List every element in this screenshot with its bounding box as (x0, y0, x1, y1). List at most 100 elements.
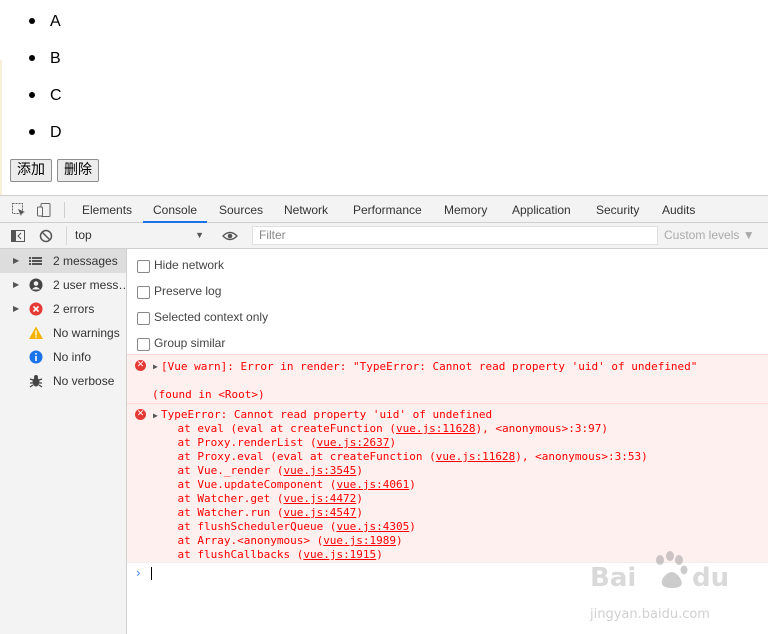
svg-text:jingyan.baidu.com: jingyan.baidu.com (589, 607, 710, 622)
stack-frame: at eval (eval at createFunction (vue.js:… (151, 422, 608, 436)
tab-application[interactable]: Application (512, 196, 571, 222)
sidebar-item-label: No verbose (53, 374, 115, 388)
page-content: A B C D 添加 删除 (0, 0, 768, 195)
stack-frame: at Proxy.eval (eval at createFunction (v… (151, 450, 648, 464)
sidebar-item-warnings[interactable]: No warnings (0, 321, 126, 345)
eye-icon[interactable] (222, 228, 238, 244)
delete-button[interactable]: 删除 (57, 159, 99, 182)
expand-arrow-icon: ▶ (13, 280, 20, 289)
stack-frame-text: at Vue.updateComponent ( (151, 478, 337, 491)
clear-console-icon[interactable] (38, 228, 54, 244)
stack-frame: at Watcher.run (vue.js:4547) (151, 506, 363, 520)
bullet-icon (29, 54, 35, 61)
checkbox-label: Preserve log (154, 284, 222, 298)
sidebar-item-label: 2 user mess… (53, 278, 131, 292)
tab-security[interactable]: Security (596, 196, 639, 222)
list-item: C (29, 86, 62, 106)
source-link[interactable]: vue.js:4061 (336, 478, 409, 491)
expand-arrow-icon[interactable]: ▶ (153, 362, 158, 371)
source-link[interactable]: vue.js:4472 (283, 492, 356, 505)
sidebar-item-messages[interactable]: ▶ 2 messages (0, 249, 126, 273)
checkbox-box[interactable] (137, 312, 150, 325)
message-text: [Vue warn]: Error in render: "TypeError:… (161, 360, 698, 373)
baidu-jingyan-watermark: Bai du jingyan.baidu.com (588, 548, 758, 628)
add-button[interactable]: 添加 (10, 159, 52, 182)
checkbox-box[interactable] (137, 260, 150, 273)
error-icon: ✕ (135, 360, 146, 371)
sidebar-item-label: 2 errors (53, 302, 95, 316)
context-selector-value: top (75, 228, 92, 242)
source-link[interactable]: vue.js:11628 (396, 422, 475, 435)
sidebar-item-label: No warnings (53, 326, 120, 340)
list-item-label: C (50, 87, 62, 104)
stack-frame-text: at eval (eval at createFunction ( (151, 422, 397, 435)
custom-levels-dropdown[interactable]: Custom levels ▼ (664, 226, 755, 245)
stack-frame-text: ) (356, 464, 363, 477)
console-settings: Hide network Preserve log Selected conte… (127, 249, 768, 355)
list-icon (28, 253, 44, 269)
list-item: B (29, 49, 61, 69)
stack-frame: at Vue._render (vue.js:3545) (151, 464, 363, 478)
tab-console[interactable]: Console (143, 196, 208, 223)
tab-memory[interactable]: Memory (444, 196, 487, 222)
stack-frame: at flushCallbacks (vue.js:1915) (151, 548, 382, 562)
svg-text:Bai: Bai (590, 563, 636, 593)
tab-performance[interactable]: Performance (353, 196, 422, 222)
sidebar-item-label: No info (53, 350, 92, 364)
tab-audits[interactable]: Audits (662, 196, 695, 222)
device-toolbar-icon[interactable] (36, 202, 52, 218)
sidebar-item-verbose[interactable]: No verbose (0, 369, 126, 393)
source-link[interactable]: vue.js:1989 (323, 534, 396, 547)
source-link[interactable]: vue.js:4305 (336, 520, 409, 533)
list-item: D (29, 123, 62, 143)
stack-frame-text: ) (356, 506, 363, 519)
sidebar-toggle-icon[interactable] (10, 228, 26, 244)
error-icon (28, 301, 44, 317)
context-selector[interactable]: top ▼ (66, 226, 208, 245)
source-link[interactable]: vue.js:11628 (436, 450, 515, 463)
sidebar-item-label: 2 messages (53, 254, 118, 268)
stack-frame-text: ), <anonymous>:3:97) (475, 422, 608, 435)
stack-frame: at flushSchedulerQueue (vue.js:4305) (151, 520, 415, 534)
left-edge-strip (0, 60, 2, 195)
source-link[interactable]: vue.js:1915 (303, 548, 376, 561)
console-toolbar: top ▼ Filter Custom levels ▼ (0, 223, 768, 249)
baidu-watermark-logo: Bai du jingyan.baidu.com (589, 551, 729, 622)
expand-arrow-icon[interactable]: ▶ (153, 411, 158, 420)
info-icon (28, 349, 44, 365)
tab-sources[interactable]: Sources (219, 196, 263, 222)
source-link[interactable]: vue.js:4547 (283, 506, 356, 519)
checkbox-box[interactable] (137, 286, 150, 299)
stack-frame-text: ), <anonymous>:3:53) (515, 450, 648, 463)
stack-frame-text: at flushSchedulerQueue ( (151, 520, 337, 533)
tab-network[interactable]: Network (284, 196, 328, 222)
sidebar-item-user-messages[interactable]: ▶ 2 user mess… (0, 273, 130, 297)
console-sidebar: ▶ 2 messages ▶ 2 user mess… ▶ 2 errors N… (0, 249, 130, 634)
tab-console-label: Console (153, 203, 198, 217)
list-item-label: A (50, 13, 61, 30)
stack-frame-text: ) (356, 492, 363, 505)
source-link[interactable]: vue.js:3545 (283, 464, 356, 477)
prompt-chevron-icon: › (136, 566, 141, 580)
inspect-element-icon[interactable] (11, 202, 27, 218)
sidebar-item-errors[interactable]: ▶ 2 errors (0, 297, 126, 321)
warning-icon (28, 325, 44, 341)
stack-frame-text: at Vue._render ( (151, 464, 284, 477)
stack-frame-text: ) (396, 534, 403, 547)
stack-frame-text: at Watcher.run ( (151, 506, 284, 519)
tab-elements[interactable]: Elements (82, 196, 132, 222)
source-link[interactable]: vue.js:2637 (317, 436, 390, 449)
stack-frame: at Proxy.renderList (vue.js:2637) (151, 436, 396, 450)
checkbox-label: Hide network (154, 258, 225, 272)
stack-frame-text: at Proxy.eval (eval at createFunction ( (151, 450, 436, 463)
filter-input[interactable]: Filter (252, 226, 658, 245)
stack-frame-text: at flushCallbacks ( (151, 548, 304, 561)
bug-icon (28, 373, 44, 389)
svg-text:du: du (692, 563, 729, 593)
error-icon: ✕ (135, 409, 146, 420)
checkbox-box[interactable] (137, 338, 150, 351)
stack-frame-text: ) (409, 478, 416, 491)
checkbox-label: Selected context only (154, 310, 269, 324)
stack-frame-text: at Array.<anonymous> ( (151, 534, 324, 547)
sidebar-item-info[interactable]: No info (0, 345, 126, 369)
